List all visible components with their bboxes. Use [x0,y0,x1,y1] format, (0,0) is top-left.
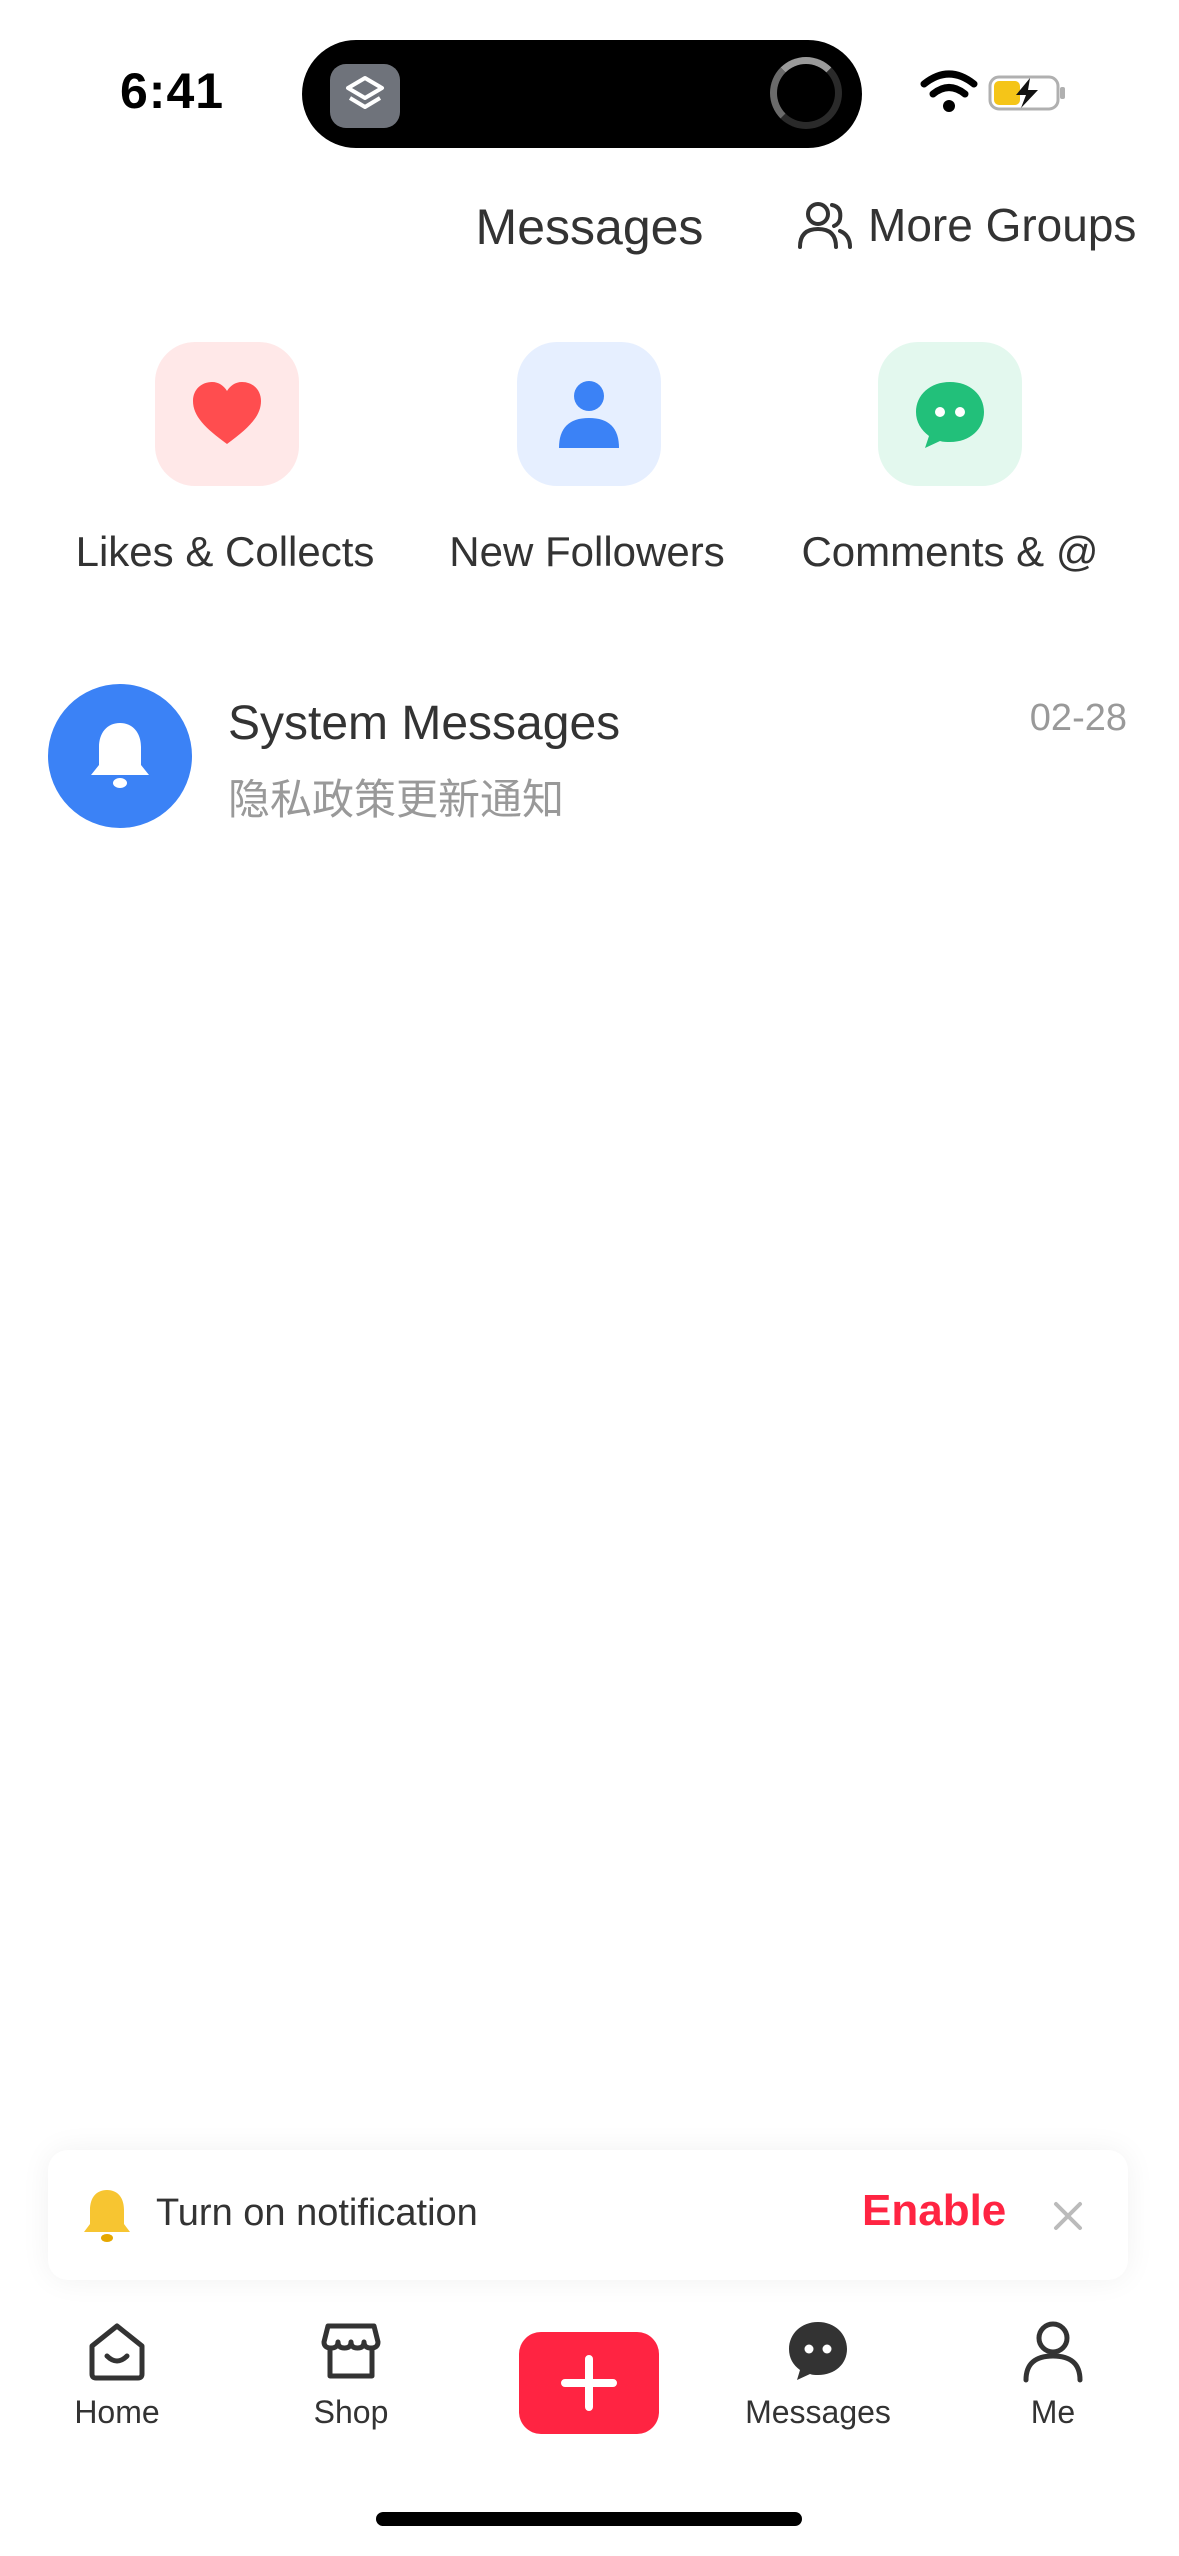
comments-mentions-button[interactable] [878,342,1022,486]
new-followers-label: New Followers [449,528,725,575]
system-messages-preview: 隐私政策更新通知 [228,776,565,823]
tab-messages[interactable]: Messages [718,2318,918,2431]
enable-notification-button[interactable]: Enable [862,2186,1006,2236]
wifi-icon [920,70,978,112]
group-icon [798,202,852,249]
profile-icon [1023,2321,1083,2383]
tab-home[interactable]: Home [17,2318,217,2431]
person-icon [559,381,619,448]
chat-icon [916,382,984,448]
shop-icon [321,2323,381,2379]
comments-mentions-label: Comments & @ [801,528,1099,575]
notification-banner-text: Turn on notification [156,2192,478,2234]
system-messages-title: System Messages [228,697,621,750]
tab-shop-label: Shop [313,2394,389,2430]
tab-messages-label: Messages [745,2394,891,2430]
tab-me[interactable]: Me [953,2318,1153,2431]
new-followers-button[interactable] [517,342,661,486]
system-messages-avatar [48,684,192,828]
bell-icon [91,723,149,788]
home-indicator [376,2512,802,2526]
close-icon[interactable] [1048,2196,1088,2236]
tab-shop[interactable]: Shop [251,2318,451,2431]
bell-icon [84,2190,130,2242]
shortcuts-app-icon [330,64,400,128]
chat-bubble-icon [789,2322,847,2380]
likes-collects-label: Likes & Collects [75,528,375,575]
tab-me-label: Me [1030,2394,1076,2430]
likes-collects-button[interactable] [155,342,299,486]
status-time: 6:41 [120,63,225,119]
heart-icon [193,382,261,444]
loading-ring-icon [770,57,842,129]
more-groups-label: More Groups [868,199,1137,251]
battery-charging-icon [988,75,1065,111]
tab-home-label: Home [74,2394,160,2430]
create-post-button[interactable] [519,2332,659,2434]
system-messages-date: 02-28 [1029,697,1127,739]
home-icon [89,2323,145,2381]
more-groups-button[interactable]: More Groups [796,198,1136,252]
plus-icon [561,2355,617,2411]
